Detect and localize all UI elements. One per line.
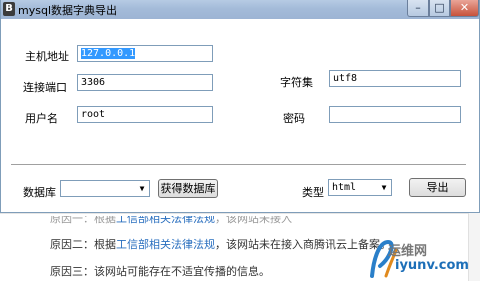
watermark-text: 运维网 — [388, 244, 428, 259]
section-divider — [11, 164, 466, 166]
chevron-down-icon[interactable]: ▼ — [377, 180, 391, 195]
chevron-down-icon[interactable]: ▼ — [135, 181, 149, 196]
title-bar[interactable]: B mysql数据字典导出 – □ ✕ — [1, 0, 479, 19]
reason-2-link[interactable]: 工信部相关法律法规 — [116, 238, 215, 251]
database-select[interactable]: ▼ — [60, 180, 150, 197]
database-label: 数据库 — [23, 186, 56, 199]
password-input[interactable] — [329, 106, 461, 123]
host-value: 127.0.0.1 — [81, 48, 136, 59]
port-label: 连接端口 — [23, 81, 67, 94]
window-title: mysql数据字典导出 — [18, 4, 117, 17]
app-icon: B — [3, 2, 15, 16]
type-value: html — [332, 182, 357, 193]
reason-line-3: 原因三：该网站可能存在不适宜传播的信息。 — [50, 265, 270, 278]
reason-line-2: 原因二：根据工信部相关法律法规，该网站未在接入商腾讯云上备案。 — [50, 236, 391, 252]
reason-2-suffix: ，该网站未在接入商腾讯云上备案。 — [215, 238, 391, 251]
charset-input[interactable]: utf8 — [329, 70, 461, 87]
get-databases-button[interactable]: 获得数据库 — [158, 179, 218, 198]
maximize-button[interactable]: □ — [429, 0, 450, 17]
main-window: B mysql数据字典导出 – □ ✕ 主机地址 127.0.0.1 连接端口 … — [0, 0, 480, 213]
user-label: 用户名 — [25, 112, 58, 125]
reason-2-prefix: 原因二：根据 — [50, 238, 116, 251]
type-select[interactable]: html ▼ — [328, 179, 392, 196]
minimize-button[interactable]: – — [407, 0, 429, 17]
port-input[interactable]: 3306 — [77, 74, 213, 91]
export-button[interactable]: 导出 — [409, 178, 466, 197]
user-input[interactable]: root — [77, 106, 213, 123]
password-label: 密码 — [283, 112, 305, 125]
host-label: 主机地址 — [25, 50, 69, 63]
charset-label: 字符集 — [280, 76, 313, 89]
type-label: 类型 — [302, 186, 324, 199]
watermark-domain: iyunv.com — [395, 258, 469, 273]
host-input[interactable]: 127.0.0.1 — [77, 45, 213, 62]
close-button[interactable]: ✕ — [450, 0, 479, 17]
